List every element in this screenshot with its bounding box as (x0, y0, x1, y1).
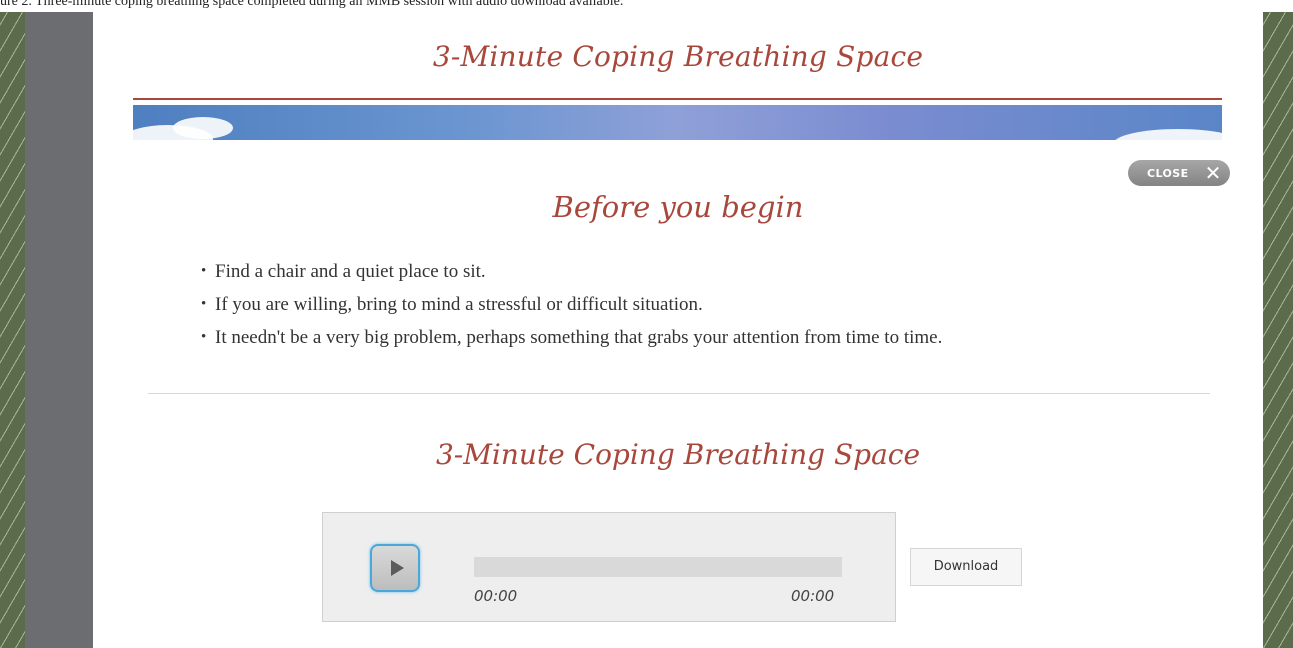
bullet-icon: • (201, 263, 207, 279)
list-item: • It needn't be a very big problem, perh… (201, 321, 1251, 354)
current-time: 00:00 (474, 587, 518, 605)
list-item: • Find a chair and a quiet place to sit. (201, 255, 1251, 288)
bullet-icon: • (201, 329, 207, 345)
cloud-shape (173, 117, 233, 139)
close-icon: ✕ (1204, 161, 1222, 185)
list-item: • If you are willing, bring to mind a st… (201, 288, 1251, 321)
list-item-text: If you are willing, bring to mind a stre… (215, 294, 703, 315)
play-button[interactable] (370, 544, 420, 592)
download-button[interactable]: Download (910, 548, 1022, 586)
instructions-list: • Find a chair and a quiet place to sit.… (201, 255, 1251, 354)
list-item-text: Find a chair and a quiet place to sit. (215, 261, 486, 282)
left-striped-border (0, 12, 25, 648)
close-button[interactable]: CLOSE ✕ (1128, 160, 1230, 186)
total-time: 00:00 (791, 587, 835, 605)
section-divider (148, 393, 1210, 394)
cloud-shape (1113, 129, 1222, 140)
seek-bar[interactable] (474, 557, 842, 577)
modal-title: 3-Minute Coping Breathing Space (432, 40, 924, 73)
before-you-begin-heading: Before you begin (552, 190, 804, 224)
bullet-icon: • (201, 296, 207, 312)
close-button-label: CLOSE (1147, 167, 1189, 180)
list-item-text: It needn't be a very big problem, perhap… (215, 327, 943, 348)
left-gray-backdrop (25, 12, 93, 648)
play-icon (391, 560, 404, 576)
sky-banner-image (133, 105, 1222, 140)
modal-panel: 3-Minute Coping Breathing Space CLOSE ✕ … (93, 12, 1263, 648)
right-striped-border (1263, 12, 1293, 648)
figure-caption: ure 2. Three-minute coping breathing spa… (0, 0, 624, 9)
audio-player: 00:00 00:00 (322, 512, 896, 622)
title-divider (133, 98, 1222, 100)
audio-section-heading: 3-Minute Coping Breathing Space (435, 438, 921, 471)
